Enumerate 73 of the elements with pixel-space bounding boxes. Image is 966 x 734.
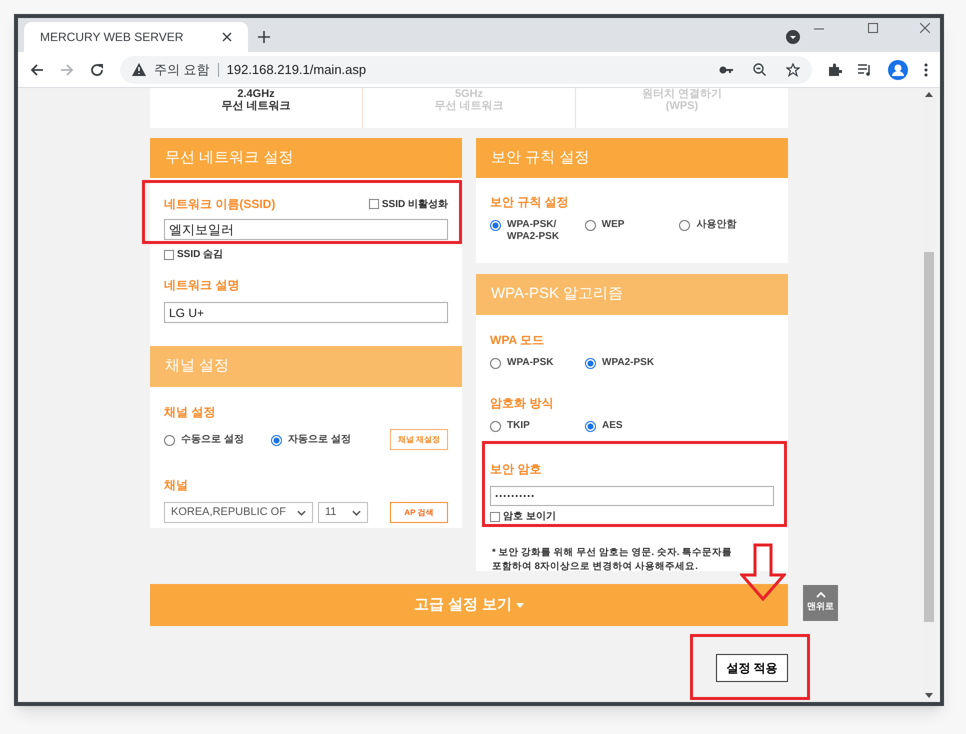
checkbox[interactable] bbox=[368, 199, 379, 209]
field-label: 보안 암호 bbox=[490, 461, 542, 478]
media-icon[interactable] bbox=[858, 64, 872, 76]
radio-button[interactable] bbox=[585, 421, 596, 432]
note-text: * 보안 강화를 위해 무선 암호는 영문. 숫자. 특수문자를 포함하여 8자이상으로 변경하여 사용해주세요. bbox=[491, 546, 734, 574]
menu-icon[interactable] bbox=[924, 62, 928, 76]
scroll-down-icon[interactable] bbox=[925, 693, 933, 698]
option-label: AES bbox=[602, 420, 623, 432]
maximize-icon[interactable] bbox=[868, 23, 878, 33]
close-icon[interactable] bbox=[222, 32, 232, 42]
radio-button[interactable] bbox=[164, 434, 175, 446]
radio-button[interactable] bbox=[585, 358, 596, 369]
field-label: 보안 규칙 설정 bbox=[490, 194, 570, 211]
close-window-icon[interactable] bbox=[920, 23, 930, 33]
warning-icon bbox=[132, 63, 146, 76]
field-label: WPA 모드 bbox=[490, 332, 545, 349]
section-header: 무선 네트워크 설정 bbox=[150, 138, 462, 178]
checkbox-label: SSID 비활성화 bbox=[382, 198, 448, 212]
radio-button[interactable] bbox=[490, 358, 501, 369]
option-label: 자동으로 설정 bbox=[288, 433, 351, 447]
section-header: WPA-PSK 알고리즘 bbox=[476, 274, 788, 315]
country-select[interactable]: KOREA,REPUBLIC OF bbox=[164, 502, 313, 523]
radio-button[interactable] bbox=[271, 434, 282, 446]
scroll-up-icon[interactable] bbox=[925, 92, 933, 97]
field-label: 네트워크 이름(SSID) bbox=[164, 196, 276, 213]
section-header: 보안 규칙 설정 bbox=[476, 138, 788, 178]
back-icon[interactable] bbox=[30, 62, 44, 76]
field-label: 채널 bbox=[164, 477, 189, 494]
address-bar[interactable]: 주의 요함 192.168.219.1/main.asp bbox=[120, 56, 812, 84]
option-label: 수동으로 설정 bbox=[181, 433, 244, 447]
section-header: 채널 설정 bbox=[150, 346, 462, 387]
field-label: 네트워크 설명 bbox=[164, 277, 240, 294]
text-field[interactable]: 엘지보일러 bbox=[164, 219, 448, 240]
radio-button[interactable] bbox=[679, 220, 690, 231]
avatar-icon[interactable] bbox=[888, 60, 908, 80]
back-to-top-button[interactable]: 맨위로 bbox=[803, 585, 838, 621]
option-label: WPA-PSK bbox=[507, 357, 554, 369]
chevron-up-icon bbox=[816, 592, 826, 598]
chevron-down-icon bbox=[297, 510, 306, 516]
browser-tab[interactable]: MERCURY WEB SERVER bbox=[24, 22, 248, 52]
channel-select[interactable]: 11 bbox=[318, 502, 368, 523]
down-arrow-icon bbox=[740, 543, 786, 601]
text-field[interactable]: ·········· bbox=[490, 486, 774, 506]
minimize-icon[interactable] bbox=[814, 28, 824, 30]
checkbox[interactable] bbox=[164, 250, 174, 260]
radio-button[interactable] bbox=[490, 220, 501, 231]
checkbox-label: SSID 숨김 bbox=[177, 248, 224, 262]
apply-settings-button[interactable]: 설정 적용 bbox=[716, 654, 788, 682]
radio-button[interactable] bbox=[490, 421, 501, 432]
scrollbar-thumb[interactable] bbox=[924, 252, 934, 622]
new-tab-icon[interactable] bbox=[258, 31, 270, 43]
chevron-down-icon bbox=[352, 510, 361, 516]
radio-button[interactable] bbox=[584, 220, 596, 231]
key-icon[interactable] bbox=[719, 66, 733, 74]
band-tab[interactable]: 2.4GHz 무선 네트워크 bbox=[150, 88, 362, 128]
security-status: 주의 요함 bbox=[154, 60, 210, 79]
url-text: 192.168.219.1/main.asp bbox=[226, 60, 366, 79]
option-label: WPA-PSK/ WPA2-PSK bbox=[507, 219, 560, 243]
caret-icon bbox=[516, 602, 524, 608]
zoom-out-icon[interactable] bbox=[753, 63, 766, 76]
option-label: WEP bbox=[602, 219, 624, 231]
option-label: 사용안함 bbox=[696, 219, 736, 231]
tab-search-icon[interactable] bbox=[786, 30, 800, 44]
star-icon[interactable] bbox=[786, 62, 800, 76]
field-label: 암호화 방식 bbox=[490, 395, 554, 412]
option-label: TKIP bbox=[507, 420, 530, 432]
puzzle-icon[interactable] bbox=[828, 62, 842, 76]
option-label: WPA2-PSK bbox=[602, 357, 654, 369]
checkbox-label: 암호 보이기 bbox=[503, 510, 556, 524]
field-label: 채널 설정 bbox=[164, 404, 216, 421]
reload-icon[interactable] bbox=[90, 62, 104, 76]
checkbox[interactable] bbox=[490, 512, 500, 522]
text-field[interactable]: LG U+ bbox=[164, 302, 448, 323]
